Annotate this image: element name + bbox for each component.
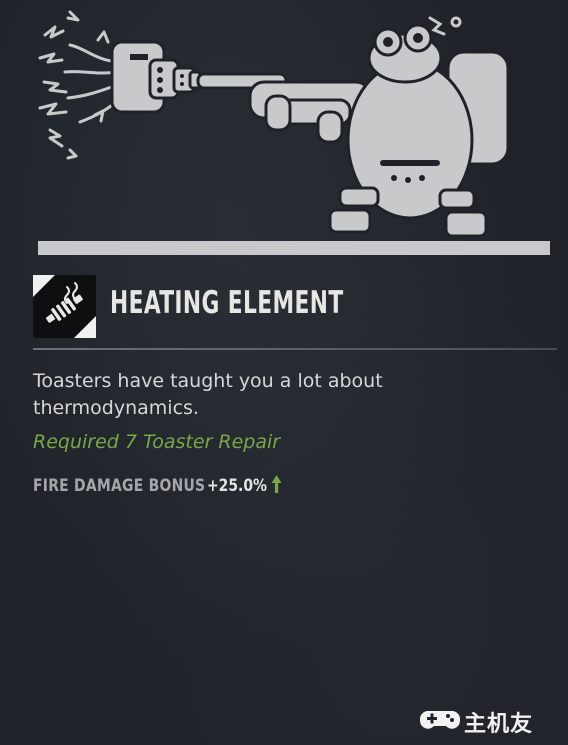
perk-description: Toasters have taught you a lot about the…	[33, 370, 383, 419]
robot-with-flamethrower-illustration	[38, 10, 510, 238]
watermark-text: 主机友	[464, 712, 534, 737]
stat-label: FIRE DAMAGE BONUS	[33, 476, 206, 496]
perk-illustration	[0, 0, 568, 265]
perk-title: HEATING ELEMENT	[110, 285, 344, 321]
illustration-ground	[38, 241, 550, 255]
stat-value: +25.0%	[206, 476, 268, 496]
arrow-up-icon	[271, 475, 282, 497]
perk-requirement: Required 7 Toaster Repair	[33, 431, 281, 453]
header-divider	[33, 348, 557, 350]
gamepad-logo-icon	[420, 705, 460, 737]
perk-header: HEATING ELEMENT	[33, 271, 553, 338]
watermark: 主机友	[420, 705, 560, 737]
heating-coil-icon	[33, 275, 96, 338]
stat-row: FIRE DAMAGE BONUS+25.0%	[33, 475, 282, 501]
